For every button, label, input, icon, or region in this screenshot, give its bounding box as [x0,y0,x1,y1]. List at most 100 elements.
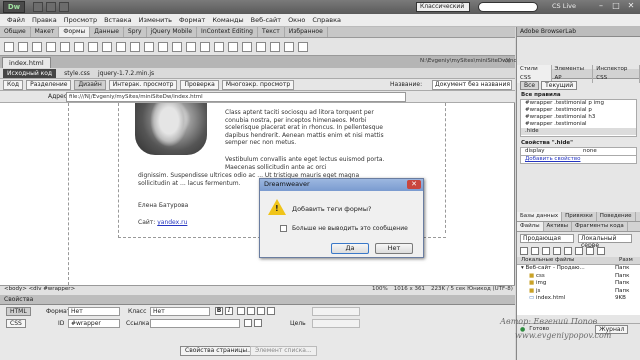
current-rules-button[interactable]: Текущий [541,81,578,90]
dont-show-checkbox[interactable] [280,225,287,232]
sync-icon[interactable] [586,247,594,255]
tab-assets[interactable]: Активы [544,222,572,231]
local-files-header[interactable]: Локальные файлы [517,257,615,264]
refresh-icon[interactable] [531,247,539,255]
list-item-button[interactable]: Элемент списка... [250,346,317,356]
rule-item[interactable]: #wrapper .testimonial p img [521,100,636,107]
select-icon[interactable] [116,41,126,52]
css-mode-button[interactable]: CSS [6,319,26,328]
tab-css-styles[interactable]: Стили CSS [517,64,552,83]
tab-jquery-mobile[interactable]: jQuery Mobile [147,27,198,37]
put-files-icon[interactable] [553,247,561,255]
layout-icon[interactable] [33,2,43,12]
checkbox-group-icon[interactable] [74,41,84,52]
jump-menu-icon[interactable] [130,41,140,52]
tab-ap-elements[interactable]: Элементы AP [552,64,594,83]
design-view-button[interactable]: Дизайн [74,79,106,90]
window-size[interactable]: 1016 x 361 [394,286,425,292]
browse-folder-icon[interactable] [254,319,262,327]
menu-commands[interactable]: Команды [212,16,243,24]
spry-checkbox-icon[interactable] [256,41,266,52]
tab-snippets[interactable]: Фрагменты кода [572,222,628,231]
italic-icon[interactable]: I [225,307,233,315]
radio-icon[interactable] [88,41,98,52]
extend-icon[interactable] [46,2,56,12]
site-link[interactable]: yandex.ru [157,219,187,226]
menu-format[interactable]: Формат [179,16,205,24]
outdent-icon[interactable] [257,307,265,315]
radio-group-icon[interactable] [102,41,112,52]
file-field-icon[interactable] [158,41,168,52]
address-input[interactable]: file:///N|/Evgeniy/mySites/miniSiteDw/in… [66,92,406,102]
connect-icon[interactable] [520,247,528,255]
unordered-list-icon[interactable] [237,307,245,315]
cs-live-button[interactable]: CS Live [552,2,576,10]
title-input[interactable]: Документ без названия [432,80,512,90]
spry-select-icon[interactable] [242,41,252,52]
tree-item[interactable]: ▭ index.html 9KB [517,295,640,303]
workspace-switcher[interactable]: Классический [416,2,470,12]
spry-password-icon[interactable] [270,41,280,52]
property-value[interactable]: none [579,148,597,155]
rule-item[interactable]: #wrapper .testimonial [521,121,636,128]
image-field-icon[interactable] [144,41,154,52]
tab-favorites[interactable]: Избранное [285,27,328,37]
yes-button[interactable]: Да [331,243,369,254]
text-field-icon[interactable] [18,41,28,52]
rule-item-selected[interactable]: .hide [521,128,636,135]
menu-help[interactable]: Справка [312,16,341,24]
tab-incontext[interactable]: InContext Editing [197,27,258,37]
format-select[interactable]: Нет [68,307,120,316]
indent-icon[interactable] [267,307,275,315]
point-to-file-icon[interactable] [244,319,252,327]
tab-databases[interactable]: Базы данных [517,212,563,221]
live-view-button[interactable]: Интерак. просмотр [108,79,178,90]
property-row[interactable]: display none [520,147,637,156]
menu-insert[interactable]: Вставка [104,16,132,24]
inspect-button[interactable]: Проверка [180,79,219,90]
no-button[interactable]: Нет [375,243,413,254]
tab-files[interactable]: Файлы [517,222,544,231]
size-header[interactable]: Разм [615,257,633,264]
ordered-list-icon[interactable] [247,307,255,315]
related-file-css[interactable]: style.css [64,70,90,77]
maximize-button[interactable]: □ [609,1,623,12]
multiscreen-button[interactable]: Многоэкр. просмотр [221,79,295,90]
tab-layout[interactable]: Макет [31,27,60,37]
hidden-field-icon[interactable] [32,41,42,52]
related-file-js[interactable]: jquery-1.7.2.min.js [98,70,154,77]
property-name[interactable]: display [521,148,579,155]
browserlab-header[interactable]: Adobe BrowserLab [517,27,640,37]
tab-spry[interactable]: Spry [124,27,147,37]
add-property-link[interactable]: Добавить свойство [520,156,637,164]
minimize-button[interactable]: – [594,1,608,12]
spry-radio-icon[interactable] [298,41,308,52]
code-view-button[interactable]: Код [3,79,24,90]
tag-selector[interactable]: <body> <div #wrapper> [4,286,75,292]
tab-common[interactable]: Общие [0,27,31,37]
menu-file[interactable]: Файл [7,16,25,24]
spry-confirm-icon[interactable] [284,41,294,52]
tab-behaviors[interactable]: Поведение [597,212,636,221]
rule-item[interactable]: #wrapper .testimonial h3 [521,114,636,121]
tab-text[interactable]: Текст [258,27,285,37]
class-select[interactable]: Нет [150,307,210,316]
button-icon[interactable] [172,41,182,52]
menu-edit[interactable]: Правка [32,16,57,24]
split-view-button[interactable]: Разделение [26,79,72,90]
source-code-button[interactable]: Исходный код [3,68,57,78]
menu-site[interactable]: Веб-сайт [251,16,281,24]
get-files-icon[interactable] [542,247,550,255]
menu-window[interactable]: Окно [288,16,305,24]
tree-item[interactable]: ■ css Папк [517,273,640,281]
zoom-level[interactable]: 100% [372,286,388,292]
close-icon[interactable]: ✕ [505,57,511,65]
html-mode-button[interactable]: HTML [6,307,31,316]
bold-icon[interactable]: B [215,307,223,315]
testimonial-paragraph[interactable]: Vestibulum convallis ante eget lectus eu… [225,156,393,171]
tree-item[interactable]: ■ img Папк [517,280,640,288]
page-properties-button[interactable]: Свойства страницы... [180,346,258,356]
site-select[interactable]: Продающая [520,234,574,243]
tree-item[interactable]: ▾ Веб-сайт - Продаю... Папк [517,265,640,273]
document-tab[interactable]: index.html [2,57,51,68]
